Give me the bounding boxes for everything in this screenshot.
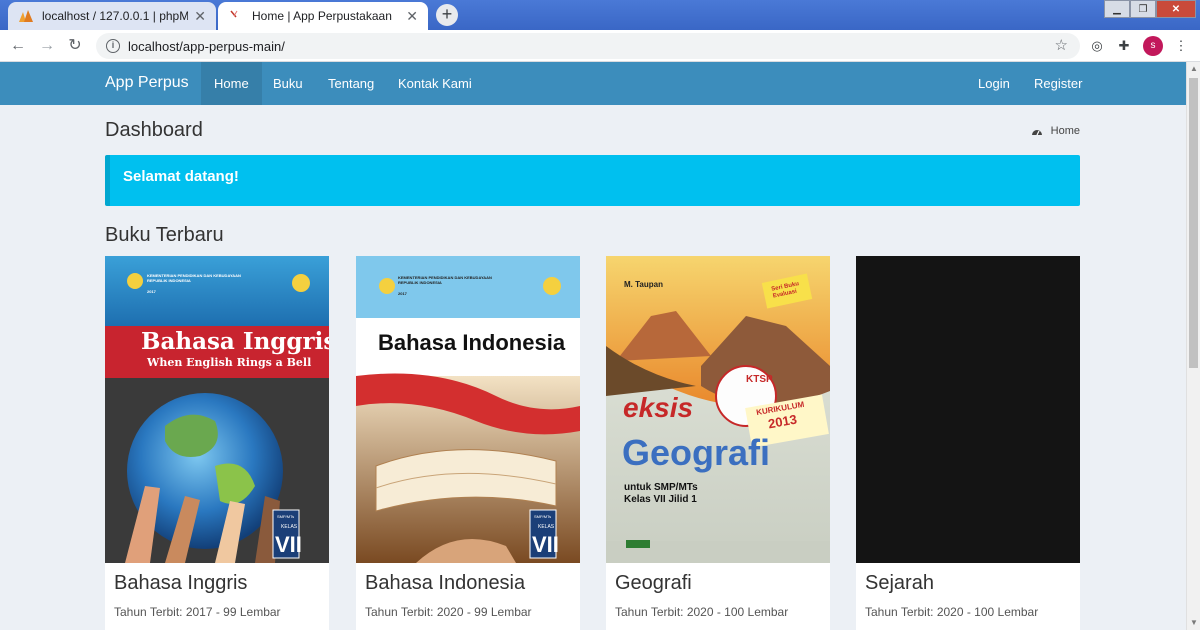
book-title[interactable]: Bahasa Indonesia [365, 572, 525, 595]
scroll-up-arrow-icon[interactable]: ▲ [1187, 62, 1200, 76]
top-navbar: App Perpus Home Buku Tentang Kontak Kami… [0, 62, 1186, 105]
site-info-icon[interactable]: i [106, 39, 120, 53]
nav-register[interactable]: Register [1021, 62, 1095, 105]
section-title: Buku Terbaru [105, 224, 224, 246]
cover-grade-level: SMP/MTs [534, 514, 552, 519]
book-cover-image[interactable]: M. Taupan Seri Buku Evaluasi KTSP KURIKU… [606, 256, 830, 563]
page-viewport: App Perpus Home Buku Tentang Kontak Kami… [0, 62, 1186, 630]
cover-year-text: 2017 [147, 289, 156, 294]
browser-tab-phpmyadmin[interactable]: localhost / 127.0.0.1 | phpMyAdmin ✕ [8, 2, 216, 30]
back-arrow-icon[interactable]: ← [8, 36, 28, 56]
cover-grade-number: VII [532, 532, 559, 557]
book-title[interactable]: Bahasa Inggris [114, 572, 247, 595]
book-meta: Tahun Terbit: 2020 - 99 Lembar [365, 605, 532, 619]
reload-icon[interactable]: ↻ [65, 36, 85, 56]
cover-author-text: M. Taupan [624, 280, 663, 289]
cover-title-text: Bahasa Inggris [141, 328, 329, 355]
cover-grade-kelas: KELAS [281, 524, 298, 530]
scrollbar-thumb[interactable] [1189, 78, 1198, 368]
book-cover-image[interactable] [856, 256, 1080, 563]
forward-arrow-icon[interactable]: → [37, 36, 57, 56]
cover-grade-level: SMP/MTs [277, 514, 295, 519]
book-meta: Tahun Terbit: 2020 - 100 Lembar [865, 605, 1039, 619]
welcome-callout: Selamat datang! [105, 155, 1080, 206]
cover-ministry-text: KEMENTERIAN PENDIDIKAN DAN KEBUDAYAAN RE… [398, 275, 492, 285]
nav-home[interactable]: Home [201, 62, 262, 105]
tab-title: Home | App Perpustakaan [252, 9, 392, 23]
book-cover-image[interactable]: KEMENTERIAN PENDIDIKAN DAN KEBUDAYAAN RE… [105, 256, 329, 563]
page-favicon-icon [230, 10, 238, 18]
navbar-brand[interactable]: App Perpus [105, 74, 189, 92]
book-card[interactable]: KEMENTERIAN PENDIDIKAN DAN KEBUDAYAAN RE… [105, 256, 329, 630]
breadcrumb-home-link[interactable]: Home [1051, 125, 1080, 137]
book-card[interactable]: M. Taupan Seri Buku Evaluasi KTSP KURIKU… [606, 256, 830, 630]
extensions-puzzle-icon[interactable]: ✚ [1115, 37, 1133, 55]
cover-title-text: Geografi [622, 432, 771, 473]
restore-icon[interactable]: ❐ [1130, 0, 1156, 18]
cover-subtitle-text: untuk SMP/MTs [624, 482, 698, 493]
close-tab-icon[interactable]: ✕ [406, 8, 418, 25]
address-bar[interactable]: i localhost/app-perpus-main/ ☆ [96, 33, 1080, 59]
phpmyadmin-favicon-icon [19, 10, 33, 22]
book-title[interactable]: Geografi [615, 572, 692, 595]
tab-title: localhost / 127.0.0.1 | phpMyAdmin [42, 9, 189, 23]
cover-year-text: 2017 [398, 291, 407, 296]
cover-title-text: Bahasa Indonesia [378, 330, 566, 355]
new-tab-button[interactable]: + [436, 4, 458, 26]
browser-tab-strip: localhost / 127.0.0.1 | phpMyAdmin ✕ Hom… [0, 0, 1200, 30]
browser-menu-icon[interactable]: ⋮ [1172, 37, 1190, 55]
dashboard-icon [1031, 129, 1042, 135]
nav-buku[interactable]: Buku [260, 62, 316, 105]
cover-grade-kelas: KELAS [538, 524, 555, 530]
cover-subtitle-text: When English Rings a Bell [147, 356, 312, 369]
book-meta: Tahun Terbit: 2017 - 99 Lembar [114, 605, 281, 619]
url-text: localhost/app-perpus-main/ [128, 38, 285, 54]
bahasa-inggris-cover-art [105, 256, 329, 563]
nav-tentang[interactable]: Tentang [315, 62, 387, 105]
book-meta: Tahun Terbit: 2020 - 100 Lembar [615, 605, 789, 619]
cover-grade-number: VII [275, 532, 302, 557]
close-window-icon[interactable]: ✕ [1156, 0, 1196, 18]
browser-toolbar: ← → ↻ i localhost/app-perpus-main/ ☆ ◎ ✚… [0, 30, 1200, 62]
page-scrollbar[interactable]: ▲ ▼ [1186, 62, 1200, 630]
cover-brand-text: eksis [623, 392, 694, 423]
book-card[interactable]: Sejarah Tahun Terbit: 2020 - 100 Lembar [856, 256, 1080, 630]
bookmark-star-icon[interactable]: ☆ [1055, 36, 1068, 54]
cover-ministry-text: KEMENTERIAN PENDIDIKAN DAN KEBUDAYAAN RE… [147, 273, 241, 283]
scroll-down-arrow-icon[interactable]: ▼ [1187, 616, 1200, 630]
profile-avatar[interactable]: s [1143, 36, 1163, 56]
book-card[interactable]: KEMENTERIAN PENDIDIKAN DAN KEBUDAYAAN RE… [356, 256, 580, 630]
cover-subtitle-text-2: Kelas VII Jilid 1 [624, 494, 697, 505]
close-tab-icon[interactable]: ✕ [194, 8, 206, 25]
breadcrumb: Home [1031, 125, 1080, 137]
nav-login[interactable]: Login [965, 62, 1023, 105]
page-title: Dashboard [105, 119, 203, 141]
nav-kontak-kami[interactable]: Kontak Kami [385, 62, 485, 105]
extension-circle-icon[interactable]: ◎ [1088, 37, 1106, 55]
book-title[interactable]: Sejarah [865, 572, 934, 595]
callout-text: Selamat datang! [123, 168, 239, 185]
browser-tab-app-perpus[interactable]: Home | App Perpustakaan ✕ [218, 2, 428, 30]
book-cover-image[interactable]: KEMENTERIAN PENDIDIKAN DAN KEBUDAYAAN RE… [356, 256, 580, 563]
window-controls: ▁ ❐ ✕ [1104, 0, 1196, 18]
cover-ktsp-badge: KTSP [746, 374, 773, 385]
minimize-icon[interactable]: ▁ [1104, 0, 1130, 18]
